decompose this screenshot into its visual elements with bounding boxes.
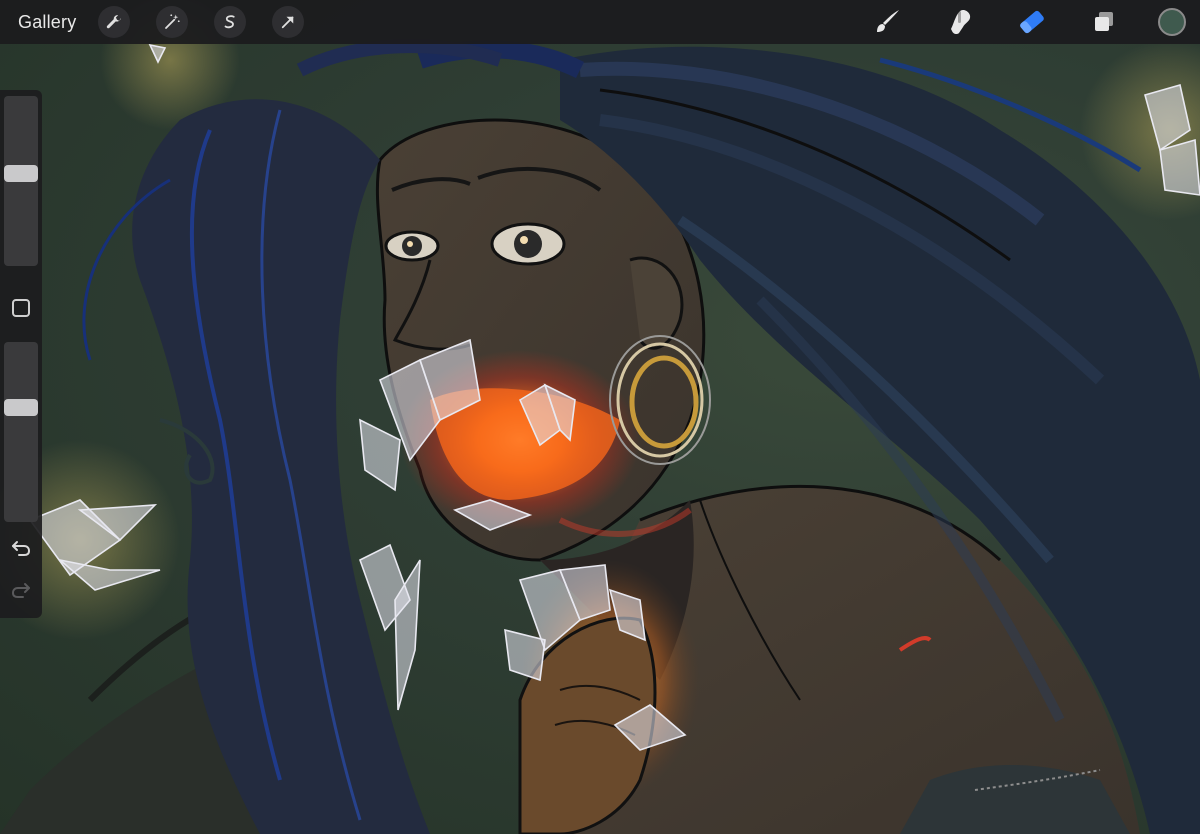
- eraser-tool-button[interactable]: [1014, 4, 1050, 40]
- brush-icon: [877, 10, 899, 32]
- drawing-canvas[interactable]: [0, 0, 1200, 834]
- redo-button[interactable]: [9, 580, 33, 600]
- gallery-button[interactable]: Gallery: [18, 12, 76, 33]
- adjustments-button[interactable]: [156, 6, 189, 38]
- eraser-icon: [1020, 10, 1044, 34]
- left-sidebar: [0, 90, 42, 618]
- redo-icon: [11, 583, 30, 598]
- top-toolbar: Gallery: [0, 0, 1200, 44]
- brush-size-thumb[interactable]: [4, 164, 38, 182]
- actions-button[interactable]: [98, 6, 131, 38]
- procreate-app: Gallery: [0, 0, 1200, 834]
- artwork: [0, 0, 1200, 834]
- modify-button[interactable]: [12, 299, 30, 317]
- layers-button[interactable]: [1086, 4, 1122, 40]
- wrench-icon: [107, 15, 122, 29]
- opacity-thumb[interactable]: [4, 399, 38, 417]
- smudge-icon: [951, 10, 971, 35]
- transform-button[interactable]: [272, 6, 305, 38]
- undo-button[interactable]: [9, 538, 33, 558]
- magic-wand-icon: [165, 14, 181, 29]
- right-tool-group: [870, 4, 1186, 40]
- layers-icon: [1095, 12, 1113, 31]
- brush-tool-button[interactable]: [870, 4, 906, 40]
- transform-arrow-icon: [282, 16, 294, 29]
- smudge-tool-button[interactable]: [942, 4, 978, 40]
- left-tool-group: [98, 6, 305, 38]
- selection-button[interactable]: [214, 6, 247, 38]
- color-picker-button[interactable]: [1158, 8, 1186, 36]
- opacity-slider[interactable]: [4, 342, 38, 522]
- selection-s-icon: [225, 15, 236, 29]
- undo-icon: [12, 541, 31, 556]
